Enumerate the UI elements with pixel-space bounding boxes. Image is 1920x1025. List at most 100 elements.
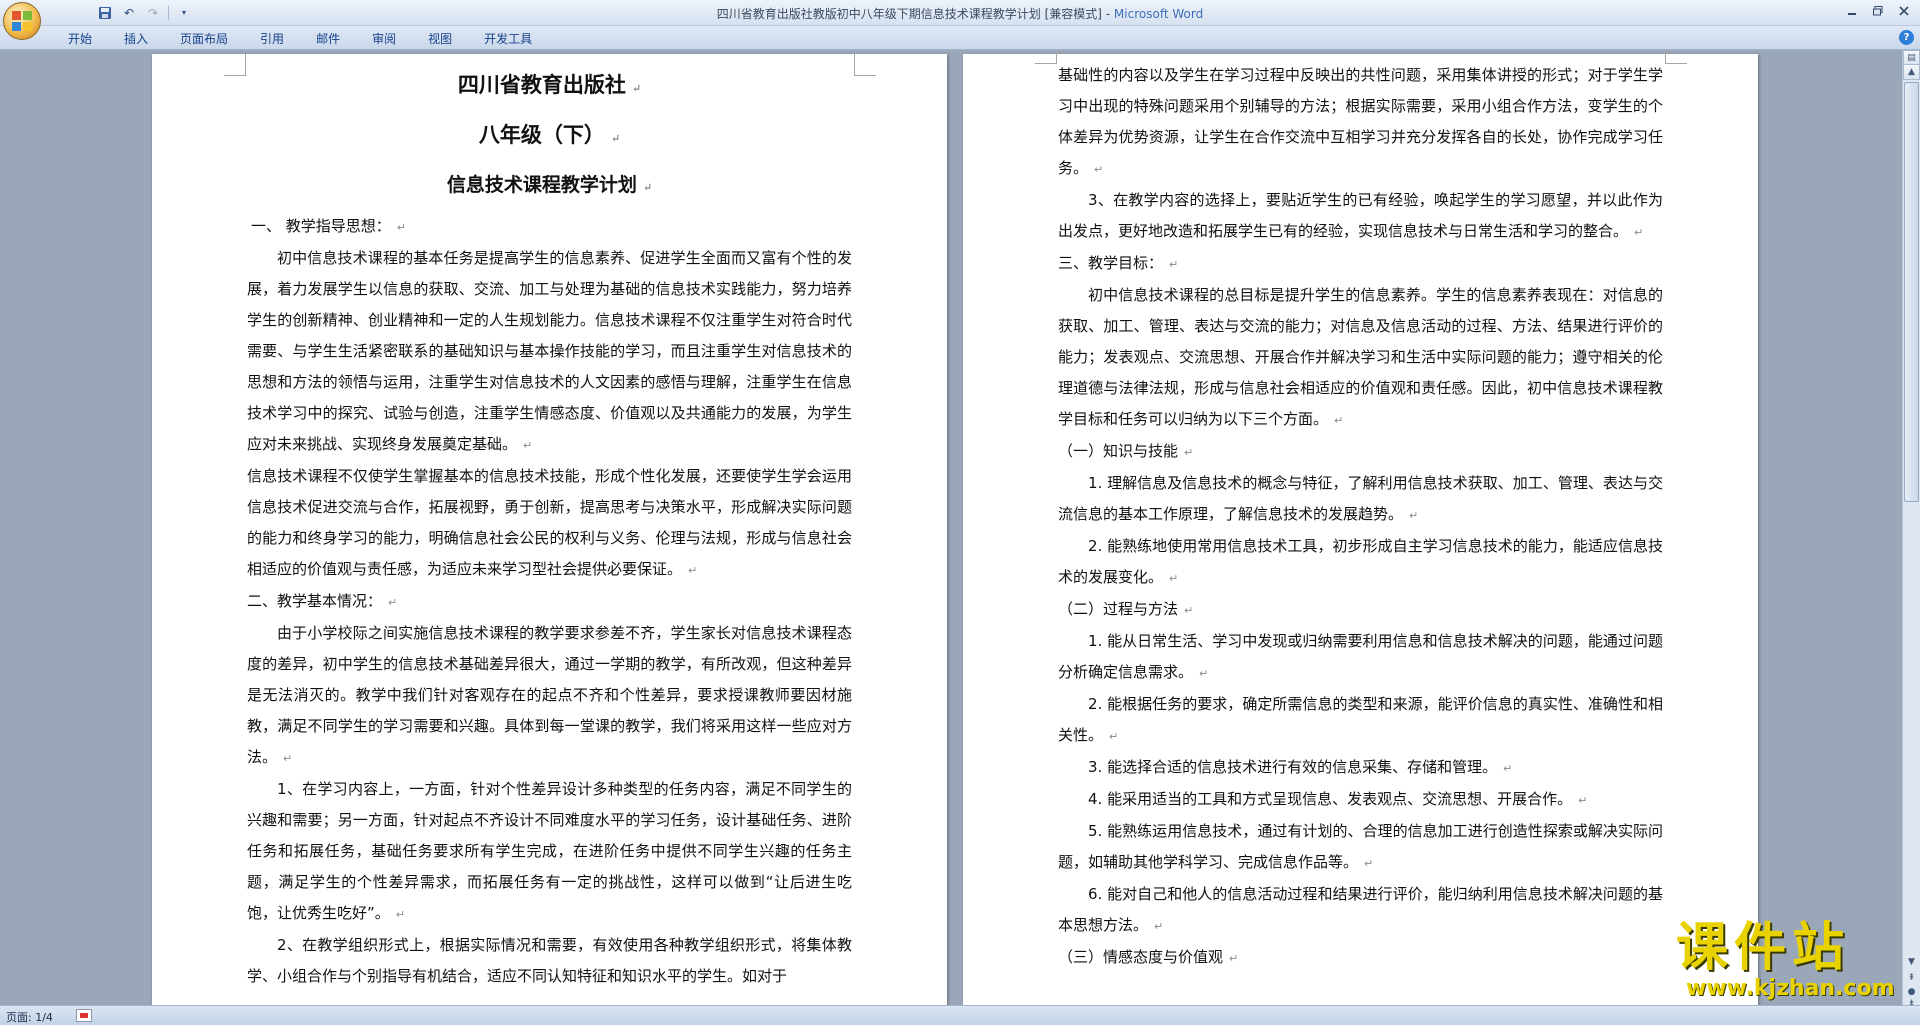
paragraph-text: （三）情感态度与价值观 [1058,948,1224,966]
paragraph-mark: ↵ [1503,762,1513,775]
paragraph-mark: ↵ [523,439,533,452]
margin-mark [854,54,876,76]
section-heading: 三、教学目标： ↵ [1058,248,1663,280]
paragraph: 初中信息技术课程的总目标是提升学生的信息素养。学生的信息素养表现在：对信息的获取… [1058,280,1663,436]
tab-developer[interactable]: 开发工具 [468,30,548,48]
vertical-scrollbar[interactable]: ▤ ▲ ▼ ⇞ ● ⇟ [1902,50,1920,1009]
paragraph-text: 5. 能熟练运用信息技术，通过有计划的、合理的信息加工进行创造性探索或解决实际问… [1058,822,1663,871]
page-count[interactable]: 页面: 1/4 [6,1009,53,1025]
list-item: 2. 能根据任务的要求，确定所需信息的类型和来源，能评价信息的真实性、准确性和相… [1058,689,1663,752]
paragraph: 信息技术课程不仅使学生掌握基本的信息技术技能，形成个性化发展，还要使学生学会运用… [247,461,852,586]
document-page-1[interactable]: 四川省教育出版社 ↵ 八年级（下） ↵ 信息技术课程教学计划 ↵ 一、 教学指导思想：… [152,54,947,1005]
watermark-url: www.kjzhan.com [1686,976,1895,1001]
scroll-down-icon[interactable]: ▼ [1903,954,1920,970]
paragraph-text: 一、 教学指导思想： [251,217,391,235]
scroll-thumb[interactable] [1904,82,1919,502]
paragraph-mark: ↵ [1109,730,1119,743]
paragraph-text: 初中信息技术课程的总目标是提升学生的信息素养。学生的信息素养表现在：对信息的获取… [1058,286,1663,428]
paragraph-mark: ↵ [396,221,406,234]
paragraph-mark: ↵ [1334,414,1344,427]
watermark-logo: 课件站 www.kjzhan.com [1676,920,1901,1006]
ribbon-tab-bar: 开始 插入 页面布局 引用 邮件 审阅 视图 开发工具 ? [0,26,1920,50]
tab-home[interactable]: 开始 [52,30,108,48]
list-item: 2. 能熟练地使用常用信息技术工具，初步形成自主学习信息技术的能力，能适应信息技… [1058,531,1663,594]
paragraph-mark: ↵ [1634,226,1644,239]
paragraph-text: 1. 能从日常生活、学习中发现或归纳需要利用信息和信息技术解决的问题，能通过问题… [1058,632,1663,681]
tab-insert[interactable]: 插入 [108,30,164,48]
paragraph-text: 初中信息技术课程的基本任务是提高学生的信息素养、促进学生全面而又富有个性的发展，… [247,249,852,453]
doc-title-text: 四川省教育出版社 [457,72,626,97]
paragraph-mark: ↵ [1364,857,1374,870]
margin-mark [1035,50,1057,64]
app-name: Microsoft Word [1113,7,1204,21]
paragraph-mark: ↵ [1229,952,1239,965]
watermark-text: 课件站 [1676,918,1851,978]
tab-review[interactable]: 审阅 [356,30,412,48]
ribbon-tabs: 开始 插入 页面布局 引用 邮件 审阅 视图 开发工具 [52,30,548,48]
proofing-icon[interactable] [76,1009,92,1022]
page-1-content: 四川省教育出版社 ↵ 八年级（下） ↵ 信息技术课程教学计划 ↵ 一、 教学指导思想：… [247,62,852,992]
paragraph-mark: ↵ [1184,446,1194,459]
paragraph-text: 1、在学习内容上，一方面，针对个性差异设计多种类型的任务内容，满足不同学生的兴趣… [247,780,852,922]
window-title: 四川省教育出版社教版初中八年级下期信息技术课程教学计划 [兼容模式] - Mic… [0,5,1920,22]
paragraph-text: （二）过程与方法 [1058,600,1179,618]
tab-references[interactable]: 引用 [244,30,300,48]
margin-mark [1665,50,1687,64]
paragraph-text: 2. 能根据任务的要求，确定所需信息的类型和来源，能评价信息的真实性、准确性和相… [1058,695,1663,744]
paragraph-text: 三、教学目标： [1058,254,1164,272]
paragraph-mark: ↵ [688,564,698,577]
paragraph-text: （一）知识与技能 [1058,442,1179,460]
close-icon[interactable] [1892,2,1916,20]
office-button[interactable] [3,2,41,40]
paragraph-mark: ↵ [283,752,293,765]
subsection-heading: （三）情感态度与价值观 ↵ [1058,942,1663,974]
paragraph: 由于小学校际之间实施信息技术课程的教学要求参差不齐，学生家长对信息技术课程态度的… [247,618,852,774]
paragraph-mark: ↵ [642,181,653,194]
list-item: 1. 理解信息及信息技术的概念与特征，了解利用信息技术获取、加工、管理、表达与交… [1058,468,1663,531]
paragraph-mark: ↵ [1169,572,1179,585]
restore-icon[interactable] [1866,2,1890,20]
doc-title-publisher: 四川省教育出版社 ↵ [247,62,852,112]
tab-mailings[interactable]: 邮件 [300,30,356,48]
paragraph-text: 1. 理解信息及信息技术的概念与特征，了解利用信息技术获取、加工、管理、表达与交… [1058,474,1663,523]
paragraph-text: 3. 能选择合适的信息技术进行有效的信息采集、存储和管理。 [1088,758,1498,776]
paragraph-text: 由于小学校际之间实施信息技术课程的教学要求参差不齐，学生家长对信息技术课程态度的… [247,624,852,766]
page-2-content: 基础性的内容以及学生在学习过程中反映出的共性问题，采用集体讲授的形式；对于学生学… [1058,60,1663,974]
tab-page-layout[interactable]: 页面布局 [164,30,244,48]
paragraph-mark: ↵ [395,908,405,921]
document-title: 四川省教育出版社教版初中八年级下期信息技术课程教学计划 [兼容模式] - [716,7,1114,21]
paragraph: 基础性的内容以及学生在学习过程中反映出的共性问题，采用集体讲授的形式；对于学生学… [1058,60,1663,185]
paragraph-mark: ↵ [610,132,621,145]
help-icon[interactable]: ? [1899,30,1914,45]
status-bar: 页面: 1/4 [0,1005,1920,1025]
section-heading: 一、 教学指导思想： ↵ [247,211,852,243]
document-page-2[interactable]: 基础性的内容以及学生在学习过程中反映出的共性问题，采用集体讲授的形式；对于学生学… [963,50,1758,1005]
scroll-up-icon[interactable]: ▲ [1903,64,1920,80]
paragraph-text: 3、在教学内容的选择上，要贴近学生的已有经验，唤起学生的学习愿望，并以此作为出发… [1058,191,1663,240]
paragraph-mark: ↵ [1154,920,1164,933]
list-item: 5. 能熟练运用信息技术，通过有计划的、合理的信息加工进行创造性探索或解决实际问… [1058,816,1663,879]
doc-title-text: 八年级（下） [478,122,605,147]
paragraph-text: 二、教学基本情况： [247,592,383,610]
window-controls [1840,2,1916,20]
paragraph: 初中信息技术课程的基本任务是提高学生的信息素养、促进学生全面而又富有个性的发展，… [247,243,852,461]
paragraph-mark: ↵ [388,596,398,609]
doc-title-plan: 信息技术课程教学计划 ↵ [247,162,852,211]
paragraph-text: 2. 能熟练地使用常用信息技术工具，初步形成自主学习信息技术的能力，能适应信息技… [1058,537,1663,586]
paragraph-mark: ↵ [1578,794,1588,807]
paragraph-mark: ↵ [1094,163,1104,176]
list-item: 4. 能采用适当的工具和方式呈现信息、发表观点、交流思想、开展合作。 ↵ [1058,784,1663,816]
title-bar: ↶ ↷ ▾ 四川省教育出版社教版初中八年级下期信息技术课程教学计划 [兼容模式]… [0,0,1920,26]
paragraph-text: 基础性的内容以及学生在学习过程中反映出的共性问题，采用集体讲授的形式；对于学生学… [1058,66,1663,177]
paragraph-text: 6. 能对自己和他人的信息活动过程和结果进行评价，能归纳利用信息技术解决问题的基… [1058,885,1663,934]
list-item: 6. 能对自己和他人的信息活动过程和结果进行评价，能归纳利用信息技术解决问题的基… [1058,879,1663,942]
minimize-icon[interactable] [1840,2,1864,20]
paragraph: 1、在学习内容上，一方面，针对个性差异设计多种类型的任务内容，满足不同学生的兴趣… [247,774,852,930]
tab-view[interactable]: 视图 [412,30,468,48]
paragraph-mark: ↵ [1199,667,1209,680]
margin-mark [224,54,246,76]
document-workspace[interactable]: 四川省教育出版社 ↵ 八年级（下） ↵ 信息技术课程教学计划 ↵ 一、 教学指导思想：… [0,50,1902,1005]
paragraph-mark: ↵ [1409,509,1419,522]
list-item: 1. 能从日常生活、学习中发现或归纳需要利用信息和信息技术解决的问题，能通过问题… [1058,626,1663,689]
list-item: 3. 能选择合适的信息技术进行有效的信息采集、存储和管理。 ↵ [1058,752,1663,784]
